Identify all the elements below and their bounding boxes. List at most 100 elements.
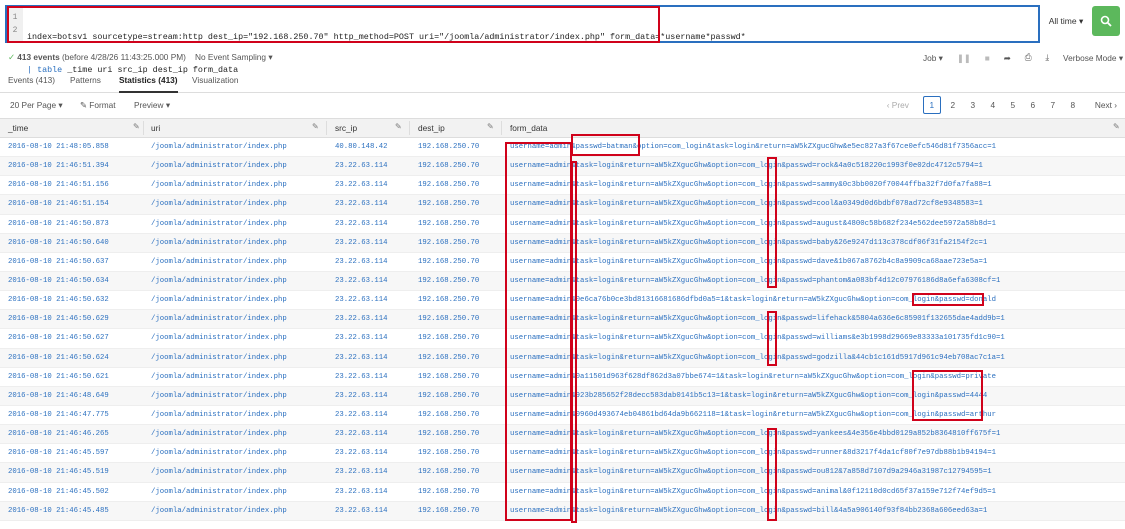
table-row[interactable]: 2016-08-10 21:46:50.632/joomla/administr…	[0, 291, 1125, 311]
cell-form-data[interactable]: username=admin&task=login&return=aW5kZXg…	[510, 449, 996, 457]
cell-time[interactable]: 2016-08-10 21:46:46.265	[8, 430, 109, 438]
edit-column-icon[interactable]: ✎	[487, 122, 494, 131]
cell-form-data[interactable]: username=admin&task=login&return=aW5kZXg…	[510, 239, 987, 247]
cell-src-ip[interactable]: 40.80.148.42	[335, 143, 388, 151]
page-button[interactable]: 8	[1065, 100, 1081, 110]
search-mode-dropdown[interactable]: Verbose Mode ▾	[1063, 53, 1123, 63]
cell-dest-ip[interactable]: 192.168.250.70	[418, 200, 479, 208]
cell-src-ip[interactable]: 23.22.63.114	[335, 239, 388, 247]
cell-dest-ip[interactable]: 192.168.250.70	[418, 468, 479, 476]
cell-form-data[interactable]: username=admin&task=login&return=aW5kZXg…	[510, 181, 992, 189]
cell-dest-ip[interactable]: 192.168.250.70	[418, 258, 479, 266]
cell-time[interactable]: 2016-08-10 21:46:45.597	[8, 449, 109, 457]
prev-page-button[interactable]: ‹ Prev	[887, 100, 909, 110]
tab-patterns[interactable]: Patterns	[70, 75, 101, 85]
column-header-dest-ip[interactable]: dest_ip	[418, 123, 445, 133]
cell-form-data[interactable]: username=admin&task=login&return=aW5kZXg…	[510, 258, 987, 266]
cell-uri[interactable]: /joomla/administrator/index.php	[151, 162, 287, 170]
cell-src-ip[interactable]: 23.22.63.114	[335, 411, 388, 419]
cell-uri[interactable]: /joomla/administrator/index.php	[151, 488, 287, 496]
cell-time[interactable]: 2016-08-10 21:46:50.873	[8, 220, 109, 228]
page-button[interactable]: 2	[945, 100, 961, 110]
cell-time[interactable]: 2016-08-10 21:46:50.624	[8, 354, 109, 362]
format-button[interactable]: ✎ Format	[80, 100, 116, 110]
column-header-uri[interactable]: uri	[151, 123, 160, 133]
cell-time[interactable]: 2016-08-10 21:46:50.637	[8, 258, 109, 266]
cell-dest-ip[interactable]: 192.168.250.70	[418, 507, 479, 515]
cell-uri[interactable]: /joomla/administrator/index.php	[151, 334, 287, 342]
cell-src-ip[interactable]: 23.22.63.114	[335, 430, 388, 438]
next-page-button[interactable]: Next ›	[1095, 100, 1117, 110]
cell-form-data[interactable]: username=admin&923b285652f28decc583dab01…	[510, 392, 987, 400]
cell-form-data[interactable]: username=admin&0a11501d963f628df862d3a07…	[510, 373, 996, 381]
share-icon[interactable]: ➦	[1004, 53, 1011, 63]
cell-form-data[interactable]: username=admin&passwd=batman&option=com_…	[510, 143, 996, 151]
page-button[interactable]: 4	[985, 100, 1001, 110]
page-button[interactable]: 7	[1045, 100, 1061, 110]
cell-dest-ip[interactable]: 192.168.250.70	[418, 220, 479, 228]
cell-dest-ip[interactable]: 192.168.250.70	[418, 488, 479, 496]
cell-time[interactable]: 2016-08-10 21:46:50.621	[8, 373, 109, 381]
cell-uri[interactable]: /joomla/administrator/index.php	[151, 449, 287, 457]
table-row[interactable]: 2016-08-10 21:46:50.629/joomla/administr…	[0, 310, 1125, 330]
tab-events[interactable]: Events (413)	[8, 75, 55, 85]
cell-src-ip[interactable]: 23.22.63.114	[335, 315, 388, 323]
cell-uri[interactable]: /joomla/administrator/index.php	[151, 430, 287, 438]
cell-src-ip[interactable]: 23.22.63.114	[335, 200, 388, 208]
cell-time[interactable]: 2016-08-10 21:46:50.629	[8, 315, 109, 323]
cell-form-data[interactable]: username=admin&0e6ca76b0ce3bd81316681686…	[510, 296, 996, 304]
cell-time[interactable]: 2016-08-10 21:46:51.156	[8, 181, 109, 189]
cell-time[interactable]: 2016-08-10 21:46:45.519	[8, 468, 109, 476]
query-line-1[interactable]: index=botsv1 sourcetype=stream:http dest…	[27, 31, 746, 44]
cell-uri[interactable]: /joomla/administrator/index.php	[151, 315, 287, 323]
cell-form-data[interactable]: username=admin&task=login&return=aW5kZXg…	[510, 200, 983, 208]
cell-src-ip[interactable]: 23.22.63.114	[335, 507, 388, 515]
cell-time[interactable]: 2016-08-10 21:46:50.632	[8, 296, 109, 304]
column-header-time[interactable]: _time	[8, 123, 28, 133]
cell-time[interactable]: 2016-08-10 21:46:50.640	[8, 239, 109, 247]
cell-src-ip[interactable]: 23.22.63.114	[335, 162, 388, 170]
cell-time[interactable]: 2016-08-10 21:46:51.154	[8, 200, 109, 208]
cell-form-data[interactable]: username=admin&0960d493674eb04861bd64da9…	[510, 411, 996, 419]
event-sampling-dropdown[interactable]: No Event Sampling ▾	[195, 52, 273, 62]
table-row[interactable]: 2016-08-10 21:46:45.597/joomla/administr…	[0, 444, 1125, 464]
cell-uri[interactable]: /joomla/administrator/index.php	[151, 200, 287, 208]
job-menu[interactable]: Job ▾	[923, 53, 943, 63]
cell-time[interactable]: 2016-08-10 21:46:51.394	[8, 162, 109, 170]
cell-time[interactable]: 2016-08-10 21:46:50.627	[8, 334, 109, 342]
cell-src-ip[interactable]: 23.22.63.114	[335, 334, 388, 342]
cell-uri[interactable]: /joomla/administrator/index.php	[151, 354, 287, 362]
page-button[interactable]: 1	[922, 96, 941, 114]
table-row[interactable]: 2016-08-10 21:46:51.394/joomla/administr…	[0, 157, 1125, 177]
page-button[interactable]: 5	[1005, 100, 1021, 110]
cell-dest-ip[interactable]: 192.168.250.70	[418, 430, 479, 438]
cell-dest-ip[interactable]: 192.168.250.70	[418, 143, 479, 151]
column-header-form-data[interactable]: form_data	[510, 123, 547, 133]
table-row[interactable]: 2016-08-10 21:46:45.485/joomla/administr…	[0, 501, 1125, 521]
tab-visualization[interactable]: Visualization	[192, 75, 238, 85]
table-row[interactable]: 2016-08-10 21:46:51.154/joomla/administr…	[0, 195, 1125, 215]
search-bar[interactable]: 1 2 index=botsv1 sourcetype=stream:http …	[5, 5, 1040, 75]
cell-src-ip[interactable]: 23.22.63.114	[335, 181, 388, 189]
cell-uri[interactable]: /joomla/administrator/index.php	[151, 411, 287, 419]
cell-uri[interactable]: /joomla/administrator/index.php	[151, 468, 287, 476]
pause-icon[interactable]: ❚❚	[957, 53, 971, 63]
cell-uri[interactable]: /joomla/administrator/index.php	[151, 296, 287, 304]
cell-dest-ip[interactable]: 192.168.250.70	[418, 449, 479, 457]
cell-dest-ip[interactable]: 192.168.250.70	[418, 334, 479, 342]
table-row[interactable]: 2016-08-10 21:46:45.502/joomla/administr…	[0, 483, 1125, 502]
cell-dest-ip[interactable]: 192.168.250.70	[418, 277, 479, 285]
page-button[interactable]: 6	[1025, 100, 1041, 110]
cell-dest-ip[interactable]: 192.168.250.70	[418, 411, 479, 419]
cell-uri[interactable]: /joomla/administrator/index.php	[151, 258, 287, 266]
cell-src-ip[interactable]: 23.22.63.114	[335, 220, 388, 228]
stop-icon[interactable]: ■	[985, 53, 990, 63]
table-row[interactable]: 2016-08-10 21:46:50.873/joomla/administr…	[0, 215, 1125, 234]
page-button[interactable]: 3	[965, 100, 981, 110]
cell-time[interactable]: 2016-08-10 21:48:05.858	[8, 143, 109, 151]
table-row[interactable]: 2016-08-10 21:46:50.627/joomla/administr…	[0, 329, 1125, 349]
cell-form-data[interactable]: username=admin&task=login&return=aW5kZXg…	[510, 315, 1005, 323]
preview-dropdown[interactable]: Preview ▾	[134, 100, 170, 110]
cell-time[interactable]: 2016-08-10 21:46:45.502	[8, 488, 109, 496]
cell-uri[interactable]: /joomla/administrator/index.php	[151, 392, 287, 400]
